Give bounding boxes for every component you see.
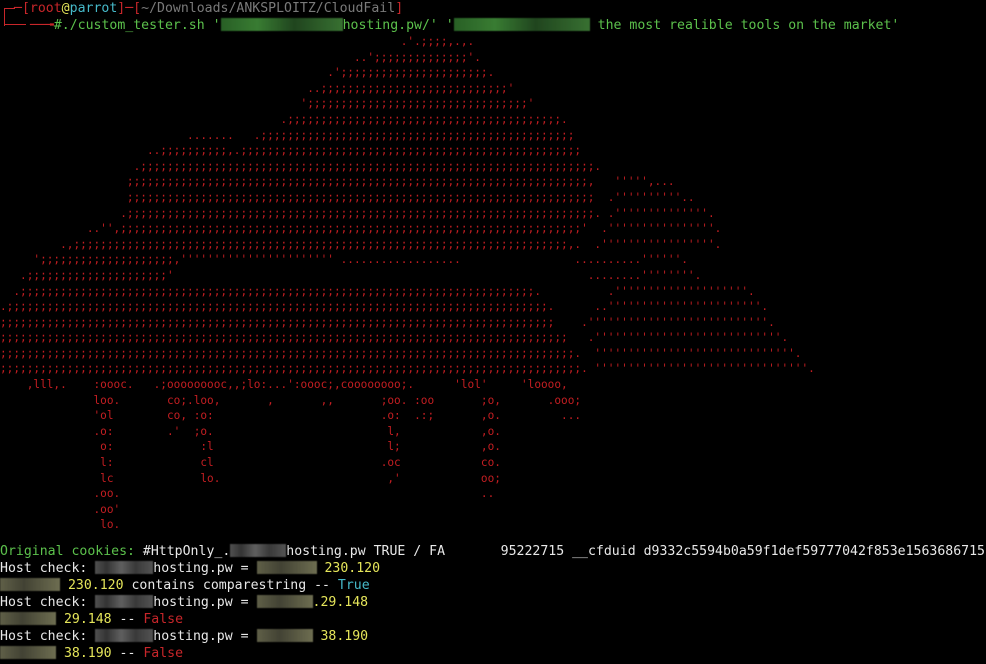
command-arg2-tail: the most realible tools on the market' <box>589 18 900 33</box>
ascii-art-line: ..;;;;;;;;;;,.;;;;;;;;;;;;;;;;;;;;;;;;;;… <box>0 144 582 158</box>
command-arg1-tail: hosting.pw/' ' <box>342 18 454 33</box>
prompt-line: ─[root@parrot]─[~/Downloads/ANKSPLOITZ/C… <box>14 0 403 17</box>
command-line[interactable]: ──╼#./custom_tester.sh ' hosting.pw/' ' t… <box>30 17 899 34</box>
host-check-label: Host check: <box>0 629 96 644</box>
ascii-art-line: .oo. .. <box>0 487 495 501</box>
ascii-art-line: l: cl .oc co. <box>0 456 501 470</box>
host-check-domain: hosting.pw = <box>153 629 257 644</box>
ascii-art-banner: .'.;;;;,.,. ..';;;;;;;;;;;;;;'. .';;;;;;… <box>0 34 815 533</box>
prompt-at: @ <box>61 1 70 16</box>
host-check-domain: hosting.pw = <box>153 595 257 610</box>
host-check-ip: 38.190 <box>312 629 369 644</box>
ascii-art-line: ..'',;;;;;;;;;;;;;;;;;;;;;;;;;;;;;;;;;;;… <box>0 222 722 236</box>
ascii-art-line: ;;;;;;;;;;;;;;;;;;;;;;;;;;;;;;;;;;;;;;;;… <box>0 175 675 189</box>
ascii-art-line: .;;;;;;;;;;;;;;;;;;;;;;;;;;;;;;;;;;;;;;;… <box>0 300 769 314</box>
prompt-close-bracket-2: ] <box>395 1 404 16</box>
redacted-domain <box>220 18 343 31</box>
cookies-label: Original cookies: <box>0 544 135 559</box>
ascii-art-line: 'ol co, :o: .o: .:; ,o. ... <box>0 409 582 423</box>
cookies-cfduid-value: d9332c5594b0a59f1def59777042f853e1563686… <box>643 544 985 559</box>
ascii-art-line: ;;;;;;;;;;;;;;;;;;;;;;;;;;;;;;;;;;;;;;;;… <box>0 346 802 360</box>
ascii-art-line: .,;;;;;;;;;;;;;;;;;;;;;;;;;;;;;;;;;;;;;;… <box>0 237 722 251</box>
ascii-art-line: o: :l l; ,o. <box>0 440 501 454</box>
host-check-line: Host check: hosting.pw = 38.190 <box>0 628 368 645</box>
ascii-art-line: .;;;;;;;;;;;;;;;;;;;;;;;;;;;;;;;;;;;;;;;… <box>0 284 755 298</box>
redacted-ip <box>256 561 317 574</box>
ascii-art-line: lc lo. ,' oo; <box>0 471 501 485</box>
terminal-window[interactable]: ─[root@parrot]─[~/Downloads/ANKSPLOITZ/C… <box>0 0 986 664</box>
ascii-art-line: .;;;;;;;;;;;;;;;;;;;;;;;;;;;;;;;;;;;;;;;… <box>0 159 602 173</box>
prompt-open-bracket-2: [ <box>133 1 142 16</box>
host-result-ip: 230.120 <box>60 578 124 593</box>
host-check-ip: 230.120 <box>316 561 381 576</box>
cookies-line: Original cookies: #HttpOnly_. hosting.pw … <box>0 543 985 560</box>
prompt-dash-2: ─ <box>125 1 134 16</box>
host-result-line: 29.148 -- False <box>0 611 183 628</box>
host-result-text: -- <box>111 646 144 661</box>
ascii-art-line: .;;;;;;;;;;;;;;;;;;;;;' ........''''''''… <box>0 268 702 282</box>
ascii-art-line: .;;;;;;;;;;;;;;;;;;;;;;;;;;;;;;;;;;;;;;;… <box>0 112 568 126</box>
host-check-label: Host check: <box>0 595 96 610</box>
redacted-ip <box>256 629 313 642</box>
redacted-host <box>95 595 154 608</box>
prompt-path: ~/Downloads/ANKSPLOITZ/CloudFail <box>141 1 396 16</box>
host-result-false: False <box>143 612 184 627</box>
redacted-ip <box>0 578 60 591</box>
host-result-line: 230.120 contains comparestring -- True <box>0 577 370 594</box>
ascii-art-line: .'.;;;;,.,. <box>0 35 475 48</box>
cookies-prefix: #HttpOnly_. <box>134 544 231 559</box>
prompt-open-bracket: [ <box>21 1 30 16</box>
prompt-arrow: ──╼ <box>30 18 54 33</box>
redacted-host <box>95 629 154 642</box>
ascii-art-line: .';;;;;;;;;;;;;;;;;;;;;;. <box>0 66 495 80</box>
host-check-ip: .29.148 <box>312 595 369 610</box>
ascii-art-line: ;;;;;;;;;;;;;;;;;;;;;;;;;;;;;;;;;;;;;;;;… <box>0 362 815 376</box>
host-result-false: False <box>143 646 184 661</box>
redacted-ip <box>256 595 313 608</box>
host-result-ip: 29.148 <box>56 612 112 627</box>
ascii-art-line: ;;;;;;;;;;;;;;;;;;;;;;;;;;;;;;;;;;;;;;;;… <box>0 315 775 329</box>
prompt-host: parrot <box>69 1 118 16</box>
host-result-text: contains comparestring -- <box>123 578 338 593</box>
redacted-ip <box>0 646 56 659</box>
ascii-art-line: ....... .;;;;;;;;;;;;;;;;;;;;;;;;;;;;;;;… <box>0 128 575 142</box>
host-result-line: 38.190 -- False <box>0 645 183 662</box>
ascii-art-line: lo. <box>0 518 121 532</box>
redacted-string <box>453 18 590 31</box>
host-check-line: Host check: hosting.pw = 230.120 <box>0 560 380 577</box>
ascii-art-line: ..';;;;;;;;;;;;;;'. <box>0 50 481 64</box>
cookies-number: 95222715 <box>500 544 565 559</box>
host-check-line: Host check: hosting.pw = .29.148 <box>0 594 368 611</box>
cookies-domain-tail: hosting.pw TRUE / FA <box>286 544 446 559</box>
host-check-label: Host check: <box>0 561 96 576</box>
cookies-spacer <box>445 544 501 559</box>
ascii-art-line: ..;;;;;;;;;;;;;;;;;;;;;;;;;;;;' <box>0 81 515 95</box>
ascii-art-line: ;;;;;;;;;;;;;;;;;;;;;;;;;;;;;;;;;;;;;;;;… <box>0 331 789 345</box>
ascii-art-line: ';;;;;;;;;;;;;;;;;;;;,''''''''''''''''''… <box>0 253 688 267</box>
host-result-ip: 38.190 <box>56 646 112 661</box>
prompt-arrow-decoration <box>4 24 26 25</box>
ascii-art-line: ,lll,. :oooc. .;ooooooooc,,;lo:...':oooc… <box>0 378 568 392</box>
ascii-art-line: ';;;;;;;;;;;;;;;;;;;;;;;;;;;;;;;;;' <box>0 97 535 111</box>
prompt-dash: ─ <box>14 1 22 16</box>
host-result-text: -- <box>111 612 144 627</box>
ascii-art-line: .o: .' ;o. l, ,o. <box>0 424 501 438</box>
host-result-true: True <box>337 578 370 593</box>
ascii-art-line: .oo' <box>0 502 121 516</box>
host-check-domain: hosting.pw = <box>153 561 257 576</box>
redacted-ip <box>0 612 56 625</box>
ascii-art-line: ;;;;;;;;;;;;;;;;;;;;;;;;;;;;;;;;;;;;;;;;… <box>0 190 695 204</box>
ascii-art-line: .;;;;;;;;;;;;;;;;;;;;;;;;;;;;;;;;;;;;;;;… <box>0 206 715 220</box>
command-text: #./custom_tester.sh ' <box>53 18 221 33</box>
cookies-cfduid-label: __cfduid <box>564 544 644 559</box>
ascii-art-line: loo. co;.loo, , ,, ;oo. :oo ;o, .ooo; <box>0 393 582 407</box>
redacted-cookie-domain <box>230 544 287 557</box>
redacted-host <box>95 561 154 574</box>
prompt-user: root <box>29 1 62 16</box>
